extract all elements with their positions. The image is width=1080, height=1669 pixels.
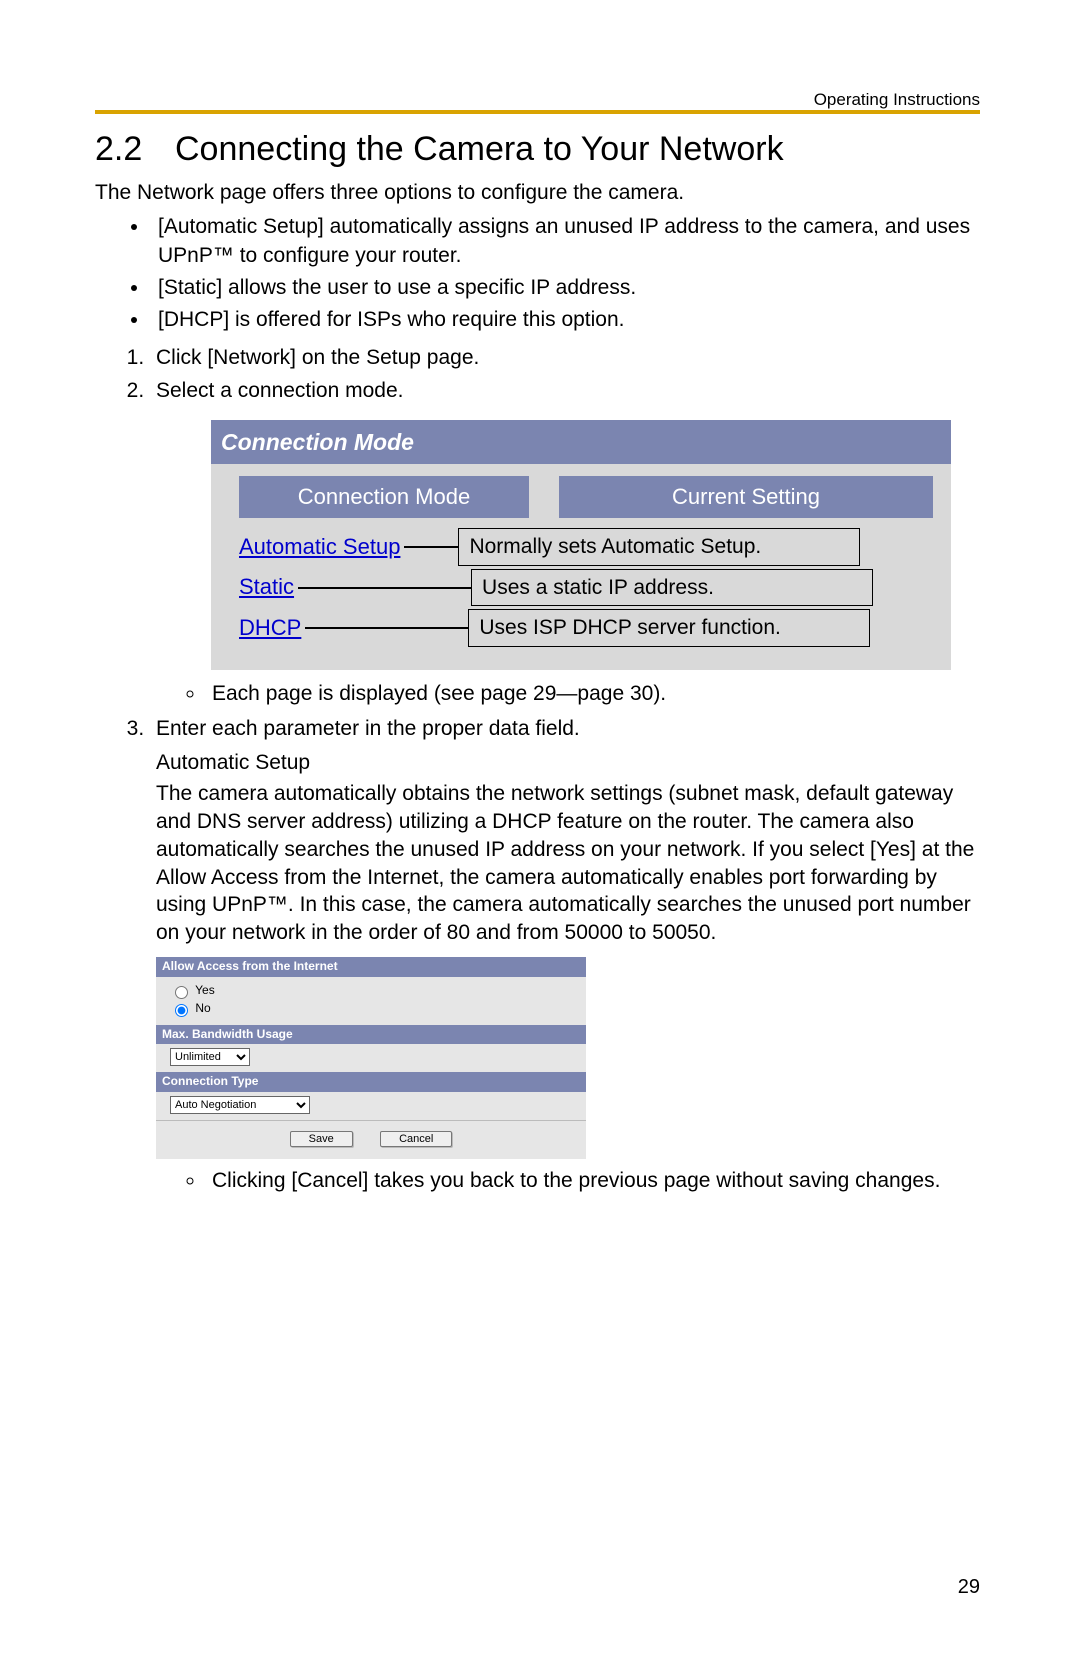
step-1: Click [Network] on the Setup page. xyxy=(150,343,980,372)
col-current-setting: Current Setting xyxy=(559,476,933,519)
connector-line xyxy=(298,587,471,589)
header-rule xyxy=(95,110,980,114)
steps-list: Click [Network] on the Setup page. Selec… xyxy=(95,343,980,1196)
link-automatic-setup[interactable]: Automatic Setup xyxy=(239,532,400,563)
connection-mode-body: Connection Mode Current Setting Automati… xyxy=(211,464,951,670)
conn-row-static: Static Uses a static IP address. xyxy=(239,569,933,606)
bandwidth-title: Max. Bandwidth Usage xyxy=(156,1025,586,1045)
intro-paragraph: The Network page offers three options to… xyxy=(95,179,980,207)
conn-row-dhcp: DHCP Uses ISP DHCP server function. xyxy=(239,609,933,646)
col-connection-mode: Connection Mode xyxy=(239,476,529,519)
bandwidth-select[interactable]: Unlimited xyxy=(170,1048,250,1066)
step-3: Enter each parameter in the proper data … xyxy=(150,714,980,1196)
cancel-note-list: Clicking [Cancel] takes you back to the … xyxy=(156,1167,980,1195)
link-dhcp[interactable]: DHCP xyxy=(239,613,301,644)
bandwidth-body: Unlimited xyxy=(156,1044,586,1072)
option-static: [Static] allows the user to use a specif… xyxy=(150,274,980,302)
connection-type-body: Auto Negotiation xyxy=(156,1092,586,1120)
automatic-setup-subheading: Automatic Setup xyxy=(156,749,980,777)
section-title-text: Connecting the Camera to Your Network xyxy=(175,130,784,168)
radio-yes[interactable] xyxy=(175,986,188,999)
connection-type-select[interactable]: Auto Negotiation xyxy=(170,1096,310,1114)
radio-no-label[interactable]: No xyxy=(170,1001,576,1017)
radio-no[interactable] xyxy=(175,1004,188,1017)
save-button[interactable]: Save xyxy=(290,1131,353,1147)
desc-automatic-setup: Normally sets Automatic Setup. xyxy=(458,528,860,565)
page-number: 29 xyxy=(958,1576,980,1599)
connection-mode-header-row: Connection Mode Current Setting xyxy=(239,476,933,519)
radio-no-text: No xyxy=(195,1001,210,1015)
desc-dhcp: Uses ISP DHCP server function. xyxy=(468,609,870,646)
automatic-setup-paragraph: The camera automatically obtains the net… xyxy=(156,780,980,946)
each-page-note: Each page is displayed (see page 29—page… xyxy=(206,680,980,708)
running-header: Operating Instructions xyxy=(814,90,980,110)
radio-yes-label[interactable]: Yes xyxy=(170,983,576,999)
settings-button-row: Save Cancel xyxy=(156,1120,586,1159)
step-2: Select a connection mode. Connection Mod… xyxy=(150,376,980,708)
page: Operating Instructions 2.2Connecting the… xyxy=(0,0,1080,1669)
allow-access-title: Allow Access from the Internet xyxy=(156,957,586,977)
link-static[interactable]: Static xyxy=(239,572,294,603)
content-block: 2.2Connecting the Camera to Your Network… xyxy=(95,130,980,1202)
option-automatic-setup: [Automatic Setup] automatically assigns … xyxy=(150,213,980,270)
conn-row-automatic: Automatic Setup Normally sets Automatic … xyxy=(239,528,933,565)
settings-panel: Allow Access from the Internet Yes No xyxy=(156,957,586,1159)
step-2-text: Select a connection mode. xyxy=(156,379,404,402)
radio-yes-text: Yes xyxy=(195,983,215,997)
desc-static: Uses a static IP address. xyxy=(471,569,873,606)
connection-mode-panel: Connection Mode Connection Mode Current … xyxy=(211,420,951,670)
connector-line xyxy=(404,546,458,548)
option-dhcp: [DHCP] is offered for ISPs who require t… xyxy=(150,306,980,334)
cancel-note: Clicking [Cancel] takes you back to the … xyxy=(206,1167,980,1195)
step-3-text: Enter each parameter in the proper data … xyxy=(156,715,980,743)
cancel-button[interactable]: Cancel xyxy=(380,1131,452,1147)
allow-access-body: Yes No xyxy=(156,977,586,1025)
options-list: [Automatic Setup] automatically assigns … xyxy=(95,213,980,334)
connection-type-title: Connection Type xyxy=(156,1072,586,1092)
section-number: 2.2 xyxy=(95,130,175,169)
each-page-note-list: Each page is displayed (see page 29—page… xyxy=(156,680,980,708)
connector-line xyxy=(305,627,468,629)
section-heading: 2.2Connecting the Camera to Your Network xyxy=(95,130,980,169)
connection-mode-title: Connection Mode xyxy=(211,420,951,464)
